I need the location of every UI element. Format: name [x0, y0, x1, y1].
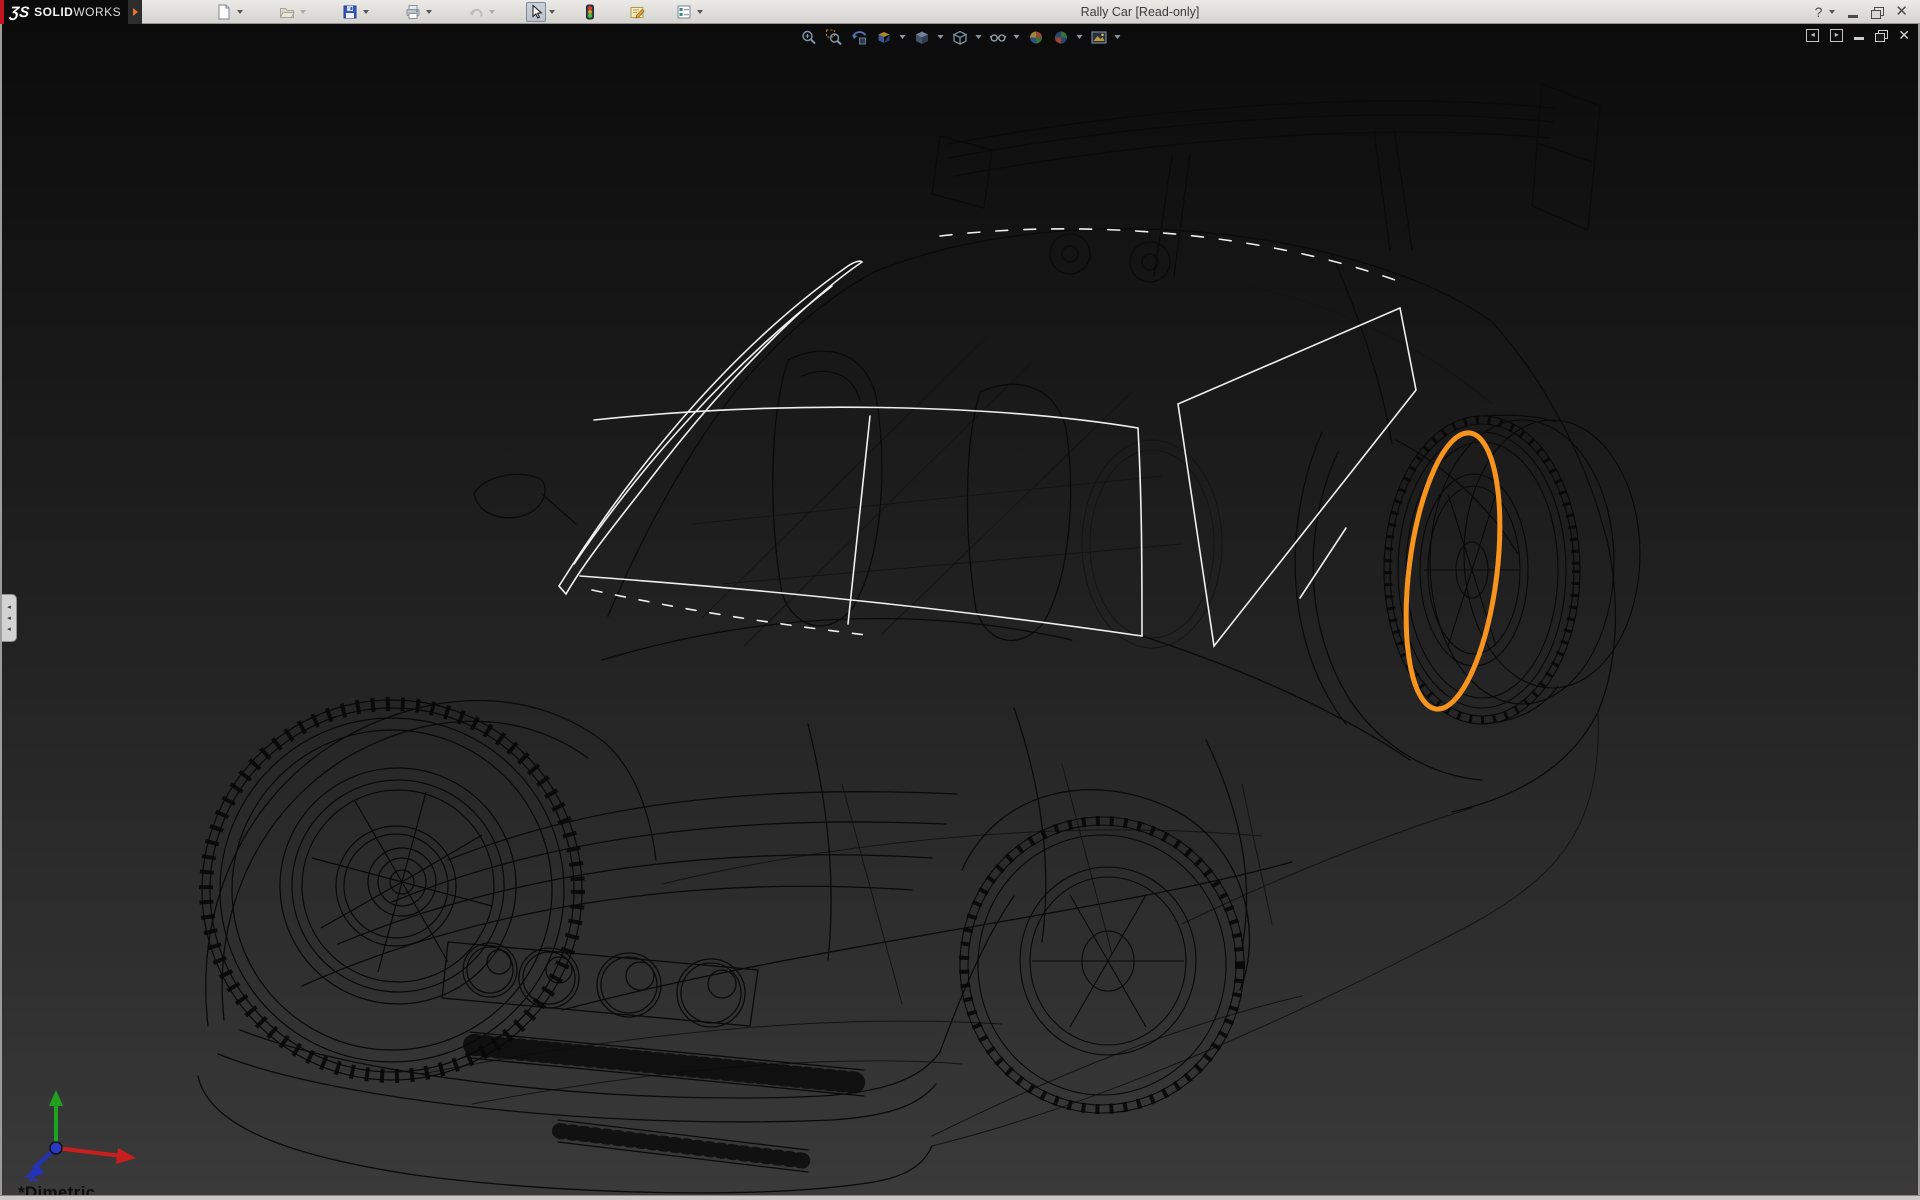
- logo-red-stripe: [0, 0, 4, 24]
- document-window-controls: ◂ ▸ ✕: [1806, 28, 1910, 42]
- section-view-icon[interactable]: [875, 28, 893, 46]
- collapse-arrow-icon: ◂: [7, 624, 11, 635]
- menu-flyout-button[interactable]: [128, 0, 142, 24]
- undo-dropdown-caret[interactable]: [489, 10, 495, 14]
- car-wireframe-canvas[interactable]: [2, 24, 1918, 1195]
- print-dropdown-caret[interactable]: [426, 10, 432, 14]
- flyout-arrow-icon: [133, 8, 138, 16]
- collapse-arrow-icon: ◂: [7, 602, 11, 613]
- undo-button[interactable]: [466, 2, 495, 22]
- graphics-viewport[interactable]: ◂ ▸ ✕ ◂ ◂ ◂ *Dimetric: [0, 24, 1920, 1195]
- options-button[interactable]: [674, 2, 703, 22]
- apply-scene-icon[interactable]: [1052, 28, 1070, 46]
- document-close-icon[interactable]: ✕: [1898, 28, 1910, 42]
- windshield-divider[interactable]: [848, 416, 870, 624]
- undo-arrow-icon[interactable]: [466, 2, 486, 22]
- rear-right-wheel[interactable]: [1384, 415, 1640, 724]
- display-style-dropdown-caret[interactable]: [976, 35, 982, 39]
- solidworks-window: ƷS SOLIDWORKS: [0, 0, 1920, 1200]
- solidworks-logo-glyph: ƷS: [9, 4, 30, 21]
- close-icon[interactable]: ✕: [1895, 0, 1908, 24]
- options-checklist-icon[interactable]: [674, 2, 694, 22]
- expand-pane-right-icon[interactable]: ▸: [1830, 29, 1843, 42]
- view-settings-icon[interactable]: [1090, 28, 1108, 46]
- car-body-edges[interactable]: [198, 229, 1615, 1193]
- hide-show-dropdown-caret[interactable]: [1014, 35, 1020, 39]
- print-icon[interactable]: [403, 2, 423, 22]
- previous-view-icon[interactable]: [850, 28, 868, 46]
- window-bottom-edge: [0, 1195, 1920, 1200]
- a-pillar-highlight[interactable]: [559, 261, 862, 594]
- view-orientation-cube-icon[interactable]: [913, 28, 931, 46]
- document-restore-icon[interactable]: [1875, 30, 1887, 41]
- section-view-dropdown-caret[interactable]: [900, 35, 906, 39]
- selected-edge-ellipse[interactable]: [1392, 428, 1513, 715]
- title-bar: ƷS SOLIDWORKS: [0, 0, 1920, 24]
- document-minimize-icon[interactable]: [1854, 37, 1864, 40]
- save-floppy-icon[interactable]: [340, 2, 360, 22]
- collapse-arrow-icon: ◂: [7, 613, 11, 624]
- hide-show-items-icon[interactable]: [989, 28, 1007, 46]
- traffic-light-icon[interactable]: [580, 2, 600, 22]
- print-button[interactable]: [403, 2, 432, 22]
- new-document-button[interactable]: [214, 2, 243, 22]
- front-left-wheel[interactable]: [202, 700, 582, 1080]
- rear-wing[interactable]: [932, 84, 1600, 276]
- heads-up-view-toolbar: [800, 27, 1121, 47]
- window-controls: ? ✕: [1815, 0, 1908, 24]
- window-title: Rally Car [Read-only]: [1020, 0, 1260, 24]
- windshield-top-edge[interactable]: [594, 407, 1138, 428]
- reference-triad: [16, 1086, 156, 1186]
- highlighted-window-edges[interactable]: [559, 229, 1416, 646]
- apply-scene-dropdown-caret[interactable]: [1077, 35, 1083, 39]
- feature-manager-collapsed-tab[interactable]: ◂ ◂ ◂: [2, 594, 17, 642]
- front-lamp-pods[interactable]: [442, 942, 758, 1027]
- note-pencil-icon[interactable]: [627, 2, 647, 22]
- select-cursor-icon[interactable]: [526, 2, 546, 22]
- windshield-bottom-edge[interactable]: [580, 576, 1142, 636]
- display-style-icon[interactable]: [951, 28, 969, 46]
- view-orientation-dropdown-caret[interactable]: [938, 35, 944, 39]
- save-dropdown-caret[interactable]: [363, 10, 369, 14]
- zoom-to-area-icon[interactable]: [825, 28, 843, 46]
- open-folder-icon[interactable]: [277, 2, 297, 22]
- expand-pane-left-icon[interactable]: ◂: [1806, 29, 1819, 42]
- restore-icon[interactable]: [1871, 7, 1882, 17]
- open-document-button[interactable]: [277, 2, 306, 22]
- help-icon[interactable]: ?: [1815, 0, 1823, 24]
- brand-text-light: WORKS: [73, 5, 121, 19]
- new-dropdown-caret[interactable]: [237, 10, 243, 14]
- help-dropdown-caret[interactable]: [1829, 10, 1835, 14]
- save-button[interactable]: [340, 2, 369, 22]
- zoom-to-fit-icon[interactable]: [800, 28, 818, 46]
- new-document-icon[interactable]: [214, 2, 234, 22]
- minimize-icon[interactable]: [1848, 15, 1858, 18]
- front-right-wheel[interactable]: [960, 817, 1244, 1113]
- view-settings-dropdown-caret[interactable]: [1115, 35, 1121, 39]
- open-dropdown-caret[interactable]: [300, 10, 306, 14]
- brand-text-bold: SOLID: [34, 5, 73, 19]
- select-dropdown-caret[interactable]: [549, 10, 555, 14]
- solidworks-logo[interactable]: ƷS SOLIDWORKS: [0, 0, 128, 24]
- edit-appearance-icon[interactable]: [1027, 28, 1045, 46]
- rebuild-button[interactable]: [580, 2, 600, 22]
- select-button[interactable]: [526, 2, 555, 22]
- design-binder-button[interactable]: [627, 2, 647, 22]
- options-dropdown-caret[interactable]: [697, 10, 703, 14]
